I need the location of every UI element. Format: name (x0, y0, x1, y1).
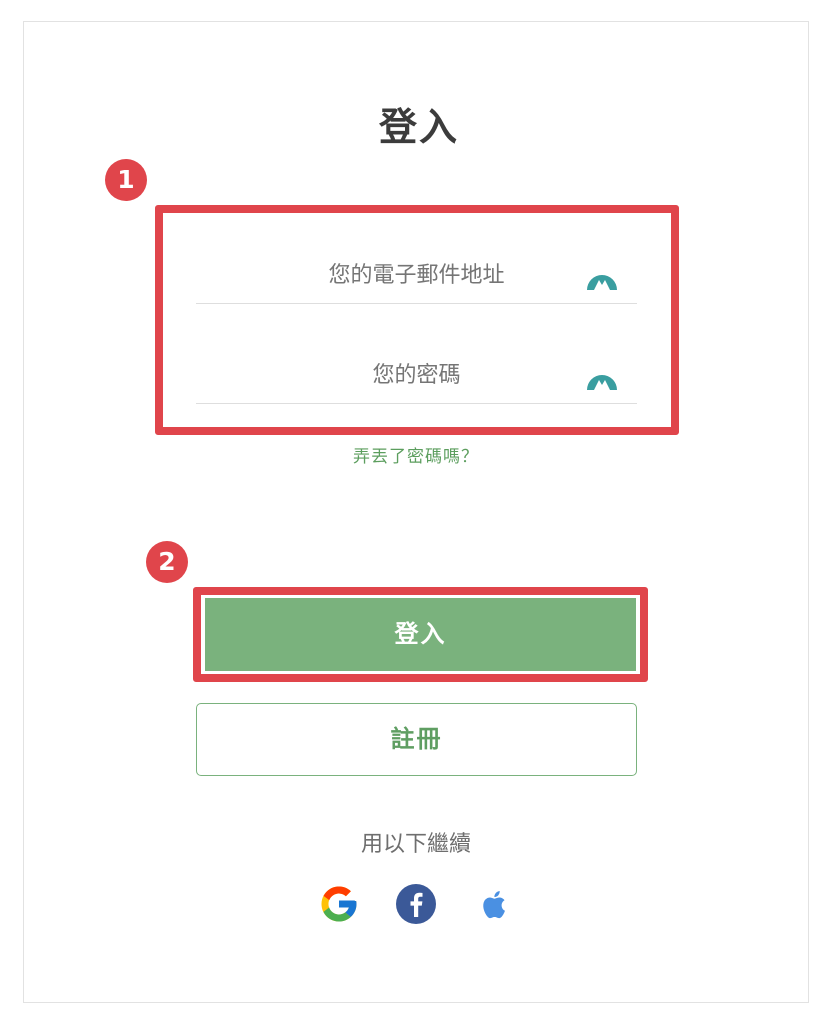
nordpass-key-icon[interactable] (585, 362, 619, 392)
email-input[interactable] (196, 257, 637, 293)
google-icon[interactable] (318, 883, 360, 925)
apple-icon[interactable] (473, 883, 515, 925)
facebook-icon[interactable] (395, 883, 437, 925)
password-field[interactable] (196, 347, 637, 404)
step-badge-2: 2 (146, 541, 188, 583)
password-input[interactable] (196, 357, 637, 393)
nordpass-key-icon[interactable] (585, 262, 619, 292)
email-field[interactable] (196, 247, 637, 304)
step-badge-1: 1 (105, 159, 147, 201)
login-button[interactable]: 登入 (205, 598, 636, 671)
forgot-password-link[interactable]: 弄丟了密碼嗎？ (0, 442, 832, 467)
page-title: 登入 (378, 105, 459, 149)
register-button[interactable]: 註冊 (196, 703, 637, 776)
continue-with-label: 用以下繼續 (360, 832, 471, 857)
